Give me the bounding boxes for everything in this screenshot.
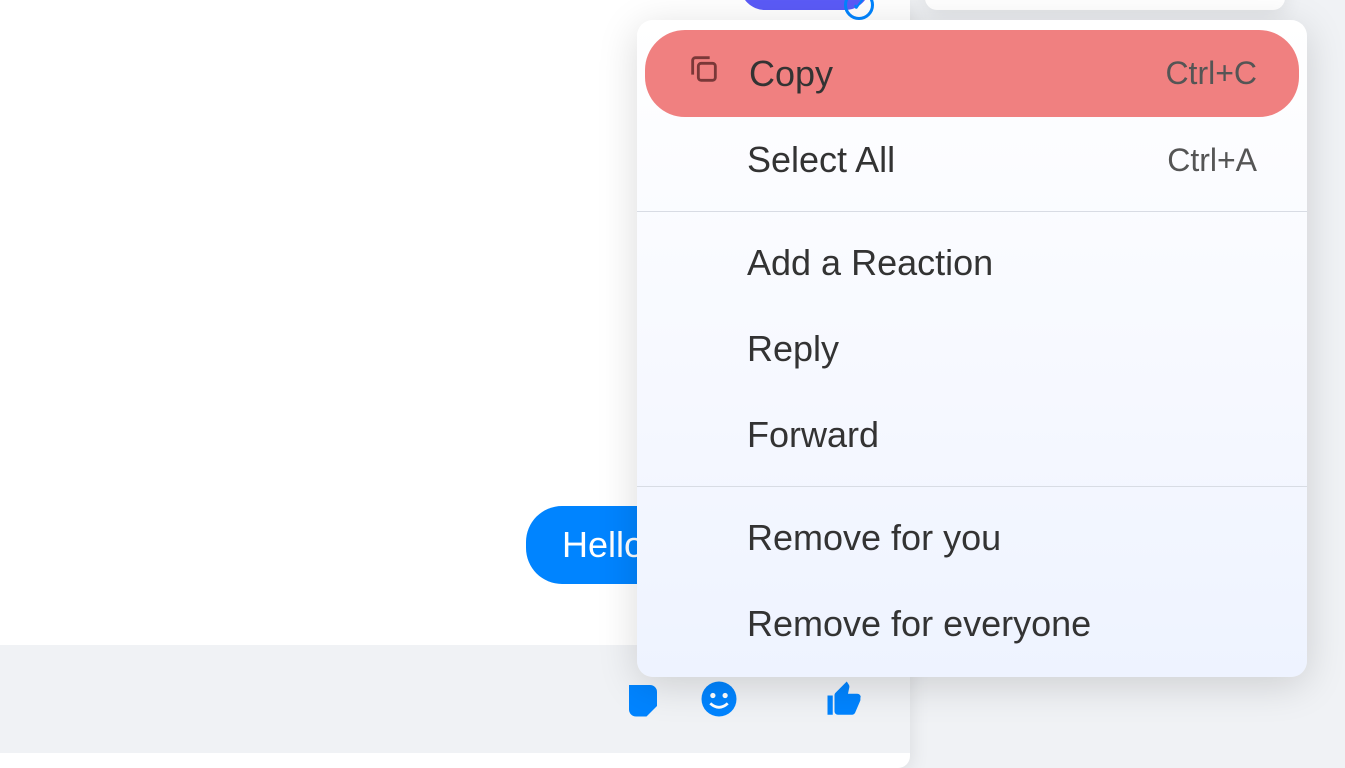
menu-item-select-all[interactable]: Select All Ctrl+A — [637, 117, 1307, 203]
menu-label: Forward — [747, 414, 879, 456]
emoji-icon[interactable] — [696, 676, 742, 722]
menu-divider — [637, 211, 1307, 212]
sticker-icon[interactable] — [620, 676, 666, 722]
menu-divider — [637, 486, 1307, 487]
menu-shortcut: Ctrl+A — [1167, 142, 1257, 179]
menu-item-add-reaction[interactable]: Add a Reaction — [637, 220, 1307, 306]
menu-label: Copy — [749, 53, 833, 95]
delivered-check-icon — [844, 0, 874, 20]
menu-label: Select All — [747, 139, 895, 181]
menu-item-remove-everyone[interactable]: Remove for everyone — [637, 581, 1307, 667]
menu-shortcut: Ctrl+C — [1165, 55, 1257, 92]
menu-label: Add a Reaction — [747, 242, 993, 284]
message-text: Hello — [562, 524, 644, 565]
menu-label: Remove for everyone — [747, 603, 1091, 645]
menu-item-reply[interactable]: Reply — [637, 306, 1307, 392]
copy-icon — [687, 52, 721, 95]
thumb-up-icon[interactable] — [822, 676, 868, 722]
side-panel — [925, 0, 1285, 10]
menu-label: Remove for you — [747, 517, 1001, 559]
menu-item-forward[interactable]: Forward — [637, 392, 1307, 478]
menu-item-remove-you[interactable]: Remove for you — [637, 495, 1307, 581]
menu-item-copy[interactable]: Copy Ctrl+C — [645, 30, 1299, 117]
menu-label: Reply — [747, 328, 839, 370]
context-menu: Copy Ctrl+C Select All Ctrl+A Add a Reac… — [637, 20, 1307, 677]
